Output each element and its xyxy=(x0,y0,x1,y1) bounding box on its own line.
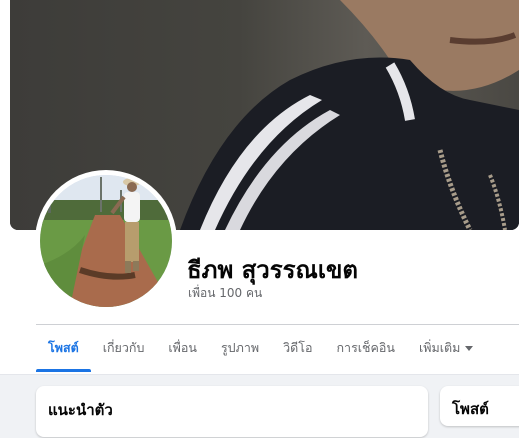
friends-count[interactable]: เพื่อน 100 คน xyxy=(188,284,262,303)
tab-photos-label: รูปภาพ xyxy=(220,340,260,355)
tab-about-label: เกี่ยวกับ xyxy=(102,340,145,355)
tabs-divider xyxy=(36,324,519,325)
posts-card: โพสต์ xyxy=(440,386,519,426)
tab-posts-label: โพสต์ xyxy=(48,340,79,355)
tab-more[interactable]: เพิ่มเติม xyxy=(407,326,485,372)
tab-videos[interactable]: วิดีโอ xyxy=(271,326,324,372)
tab-videos-label: วิดีโอ xyxy=(283,340,313,355)
caret-down-icon xyxy=(465,346,474,351)
posts-card-title: โพสต์ xyxy=(452,400,489,418)
tab-more-label: เพิ่มเติม xyxy=(418,340,461,355)
tab-friends-label: เพื่อน xyxy=(168,340,197,355)
tab-checkins[interactable]: การเช็คอิน xyxy=(324,326,406,372)
tab-checkins-label: การเช็คอิน xyxy=(336,340,395,355)
avatar[interactable] xyxy=(40,175,172,307)
avatar-photo xyxy=(40,175,172,307)
tab-photos[interactable]: รูปภาพ xyxy=(209,326,271,372)
tab-posts[interactable]: โพสต์ xyxy=(36,326,91,372)
tab-about[interactable]: เกี่ยวกับ xyxy=(91,326,157,372)
intro-card-title: แนะนำตัว xyxy=(48,401,113,419)
tab-friends[interactable]: เพื่อน xyxy=(156,326,209,372)
intro-card: แนะนำตัว xyxy=(36,386,428,437)
profile-tabs: โพสต์ เกี่ยวกับ เพื่อน รูปภาพ วิดีโอ การ… xyxy=(36,326,485,372)
